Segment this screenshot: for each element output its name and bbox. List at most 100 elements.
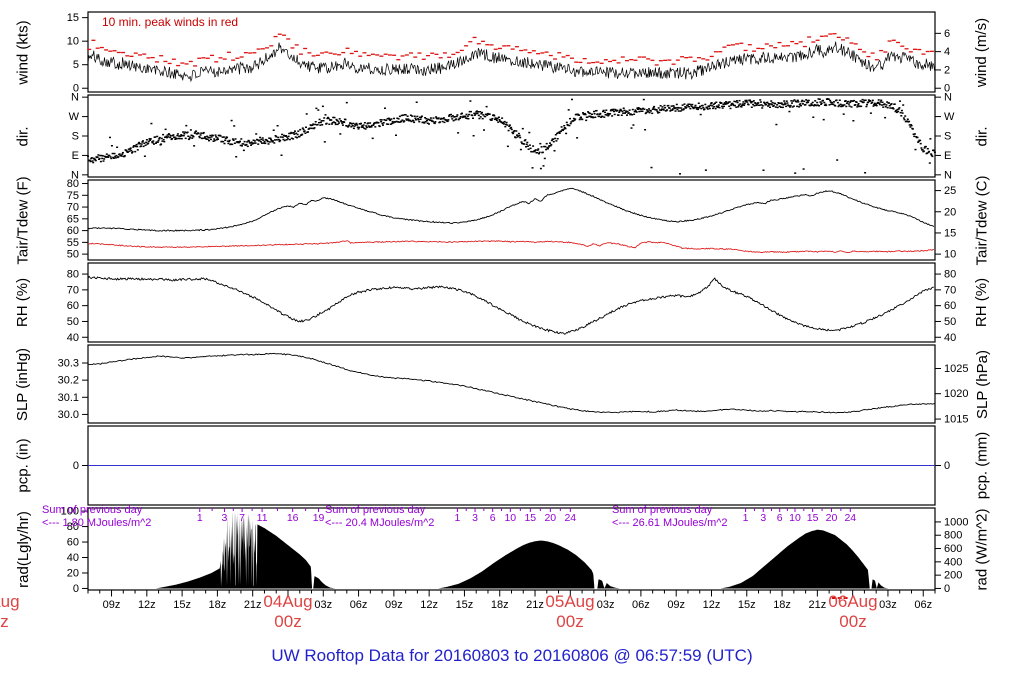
left-tick-label: 80	[67, 178, 79, 190]
rad-cum-label: 10	[504, 512, 516, 524]
right-tick-label: E	[944, 150, 951, 162]
rad-cum-label: 10	[789, 512, 801, 524]
right-tick-label: 50	[944, 316, 956, 328]
left-tick-label: 20	[67, 567, 79, 579]
time-tick-label: 06z	[350, 599, 368, 611]
left-tick-label: 65	[67, 213, 79, 225]
right-tick-label: 60	[944, 300, 956, 312]
right-tick-label: 400	[944, 556, 962, 568]
rad-cum-label: 20	[544, 512, 556, 524]
rad-cum-label: 3	[760, 512, 766, 524]
right-tick-label: 80	[944, 269, 956, 281]
left-tick-label: N	[71, 92, 79, 104]
right-tick-label: 800	[944, 530, 962, 542]
relative-humidity-panel-frame	[87, 262, 936, 343]
wind-direction-panel-frame	[87, 94, 936, 178]
right-tick-label: S	[944, 131, 951, 143]
right-tick-label: 40	[944, 332, 956, 344]
rad-sum-day3: Sum of previous day <--- 26.61 MJoules/m…	[612, 504, 728, 529]
date-label-06aug: 06Aug 00z	[828, 592, 878, 631]
temperature-panel-frame	[87, 179, 936, 261]
right-tick-label: W	[944, 111, 955, 123]
right-tick-label: 0	[944, 583, 950, 595]
left-tick-label: 60	[67, 225, 79, 237]
right-tick-label: N	[944, 169, 952, 181]
left-tick-label: W	[69, 111, 80, 123]
rad-cum-label: 6	[490, 512, 496, 524]
slp-line	[87, 352, 936, 414]
right-tick-label: 15	[944, 227, 956, 239]
rad-cum-label: 3	[222, 512, 228, 524]
time-tick-label: 18z	[773, 599, 791, 611]
left-tick-label: 60	[67, 537, 79, 549]
date-label-04aug: 04Aug 00z	[263, 592, 313, 631]
rad-cum-label: 7	[239, 512, 245, 524]
left-tick-label: 60	[67, 300, 79, 312]
rad-cum-label: 3	[472, 512, 478, 524]
rad-cum-label: 6	[777, 512, 783, 524]
time-tick-label: 18z	[491, 599, 509, 611]
rad-cum-label: 1	[454, 512, 460, 524]
time-tick-label: 12z	[420, 599, 438, 611]
left-tick-label: 10	[67, 36, 79, 48]
right-tick-label: 1020	[944, 388, 968, 400]
left-tick-label: 80	[67, 269, 79, 281]
right-tick-label: 1015	[944, 414, 968, 426]
time-tick-label: 15z	[456, 599, 474, 611]
left-tick-label: 55	[67, 237, 79, 249]
right-tick-label: 1000	[944, 516, 968, 528]
right-tick-label: 0	[944, 460, 950, 472]
date-label-05aug: 05Aug 00z	[545, 592, 595, 631]
tdew-line	[87, 240, 934, 254]
sea-level-pressure-panel-frame	[87, 344, 936, 424]
peak-winds-note: 10 min. peak winds in red	[102, 15, 239, 29]
time-tick-label: 12z	[703, 599, 721, 611]
time-tick-label: 15z	[173, 599, 191, 611]
right-tick-label: 200	[944, 570, 962, 582]
right-tick-label: 4	[944, 46, 950, 58]
direction-scatter	[87, 98, 936, 175]
left-tick-label: 40	[67, 552, 79, 564]
rad-cum-label: 19	[313, 512, 325, 524]
rad-cum-label: 1	[743, 512, 749, 524]
right-tick-label: 20	[944, 206, 956, 218]
right-tick-label: 10	[944, 249, 956, 261]
left-tick-label: 30.1	[58, 392, 79, 404]
right-tick-label: 1025	[944, 363, 968, 375]
page-title: UW Rooftop Data for 20160803 to 20160806…	[271, 646, 753, 665]
rad-cum-label: 24	[844, 512, 856, 524]
rad-cum-label: 11	[257, 512, 268, 524]
left-tick-label: E	[72, 150, 79, 162]
time-tick-label: 09z	[667, 599, 685, 611]
left-tick-label: 5	[73, 59, 79, 71]
right-tick-label: 6	[944, 28, 950, 40]
left-tick-label: 50	[67, 249, 79, 261]
left-tick-label: 15	[67, 12, 79, 24]
rad-cum-label: 16	[287, 512, 299, 524]
left-tick-label: 0	[73, 460, 79, 472]
time-tick-label: 18z	[209, 599, 227, 611]
left-tick-label: 70	[67, 284, 79, 296]
date-label-03aug-clipped: 03Aug 00z	[0, 592, 20, 631]
right-tick-label: 25	[944, 185, 956, 197]
rad-cum-label: 15	[807, 512, 819, 524]
left-tick-label: 40	[67, 332, 79, 344]
rad-cum-label: 24	[564, 512, 576, 524]
time-tick-label: 15z	[738, 599, 756, 611]
left-tick-label: 50	[67, 316, 79, 328]
time-tick-label: 06z	[632, 599, 650, 611]
rad-cum-label: 20	[826, 512, 838, 524]
right-tick-label: 2	[944, 64, 950, 76]
rad-sum-day2: Sum of previous day <--- 20.4 MJoules/m^…	[325, 504, 435, 529]
tair-line	[87, 187, 935, 232]
left-tick-label: 75	[67, 190, 79, 202]
time-tick-label: 09z	[103, 599, 121, 611]
time-tick-label: 09z	[385, 599, 403, 611]
rh-line	[87, 275, 934, 335]
left-tick-label: 30.2	[58, 375, 79, 387]
left-tick-label: 30.0	[58, 409, 79, 421]
time-tick-label: 06z	[914, 599, 932, 611]
right-tick-label: 70	[944, 284, 956, 296]
right-tick-label: 600	[944, 543, 962, 555]
left-tick-label: 30.3	[58, 358, 79, 370]
